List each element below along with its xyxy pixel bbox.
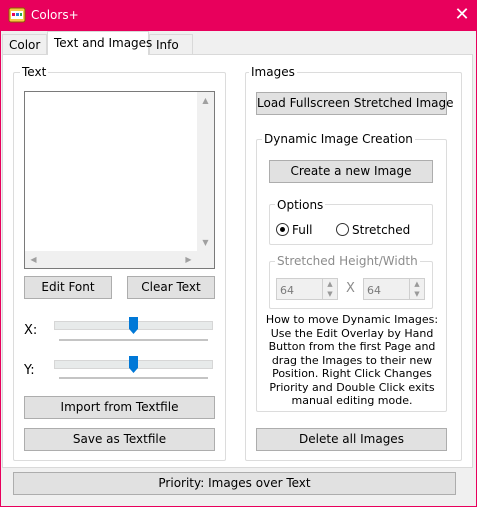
x-label: X: [24, 323, 38, 338]
scroll-up-icon[interactable]: ▲ [197, 92, 214, 109]
width-value: 64 [367, 284, 381, 297]
text-input-area[interactable] [24, 91, 215, 269]
text-horizontal-scrollbar[interactable] [25, 251, 197, 268]
create-new-image-button[interactable]: Create a new Image [269, 160, 433, 183]
full-radio-dot [280, 227, 285, 232]
full-option-label[interactable]: Full [292, 223, 313, 237]
text-group-label: Text [20, 65, 49, 79]
delete-all-images-button[interactable]: Delete all Images [256, 428, 447, 451]
height-down-icon[interactable]: ▼ [322, 289, 337, 299]
times-separator: X [346, 281, 355, 296]
width-up-icon[interactable]: ▲ [409, 279, 424, 289]
options-label: Options [275, 198, 326, 212]
height-up-icon[interactable]: ▲ [322, 279, 337, 289]
stretched-radio[interactable] [336, 223, 349, 236]
scroll-corner [197, 251, 214, 268]
window-title: Colors+ [31, 8, 79, 22]
x-slider-ticks [59, 339, 208, 341]
y-slider-ticks [59, 377, 208, 379]
scroll-left-icon[interactable]: ◀ [25, 251, 42, 268]
tab-text-and-images[interactable]: Text and Images [47, 31, 152, 55]
edit-font-button[interactable]: Edit Font [24, 276, 112, 299]
tab-color[interactable]: Color [2, 34, 47, 54]
app-icon [8, 7, 26, 23]
load-fullscreen-stretched-image-button[interactable]: Load Fullscreen Stretched Image [256, 92, 454, 115]
priority-toggle-button[interactable]: Priority: Images over Text [13, 472, 456, 495]
dynamic-image-creation-label: Dynamic Image Creation [262, 132, 415, 146]
import-from-textfile-button[interactable]: Import from Textfile [24, 396, 215, 419]
scroll-right-icon[interactable]: ▶ [180, 251, 197, 268]
text-vertical-scrollbar[interactable] [197, 92, 214, 251]
scroll-down-icon[interactable]: ▼ [197, 234, 214, 251]
images-group-label: Images [249, 65, 297, 79]
stretched-option-label[interactable]: Stretched [352, 223, 410, 237]
close-icon[interactable]: ✕ [452, 4, 472, 26]
width-down-icon[interactable]: ▼ [409, 289, 424, 299]
save-as-textfile-button[interactable]: Save as Textfile [24, 428, 215, 451]
window-border-left [0, 31, 1, 507]
y-label: Y: [24, 363, 35, 378]
height-value: 64 [280, 284, 294, 297]
tab-info[interactable]: Info [149, 34, 193, 54]
full-radio[interactable] [276, 223, 289, 236]
stretched-height-width-label: Stretched Height/Width [275, 254, 420, 268]
move-images-help-text: How to move Dynamic Images: Use the Edit… [265, 313, 439, 407]
clear-text-button[interactable]: Clear Text [127, 276, 215, 299]
